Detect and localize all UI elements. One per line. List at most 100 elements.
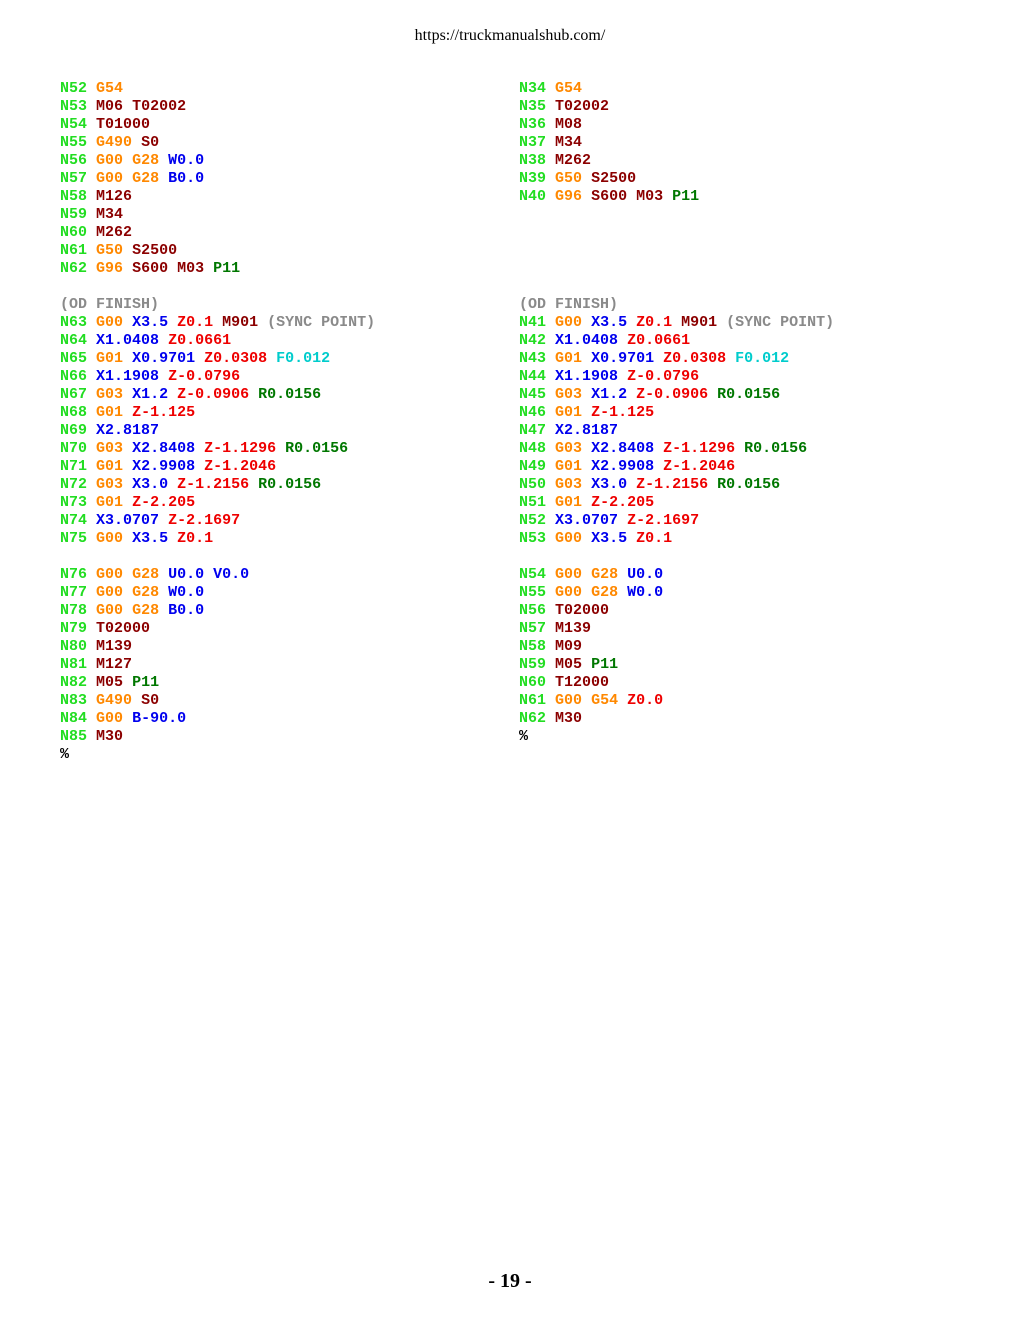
code-line: N62 M30 [519, 710, 834, 728]
code-token: N64 [60, 332, 88, 349]
code-line: N53 M06 T02002 [60, 98, 375, 116]
code-token: N58 [60, 188, 88, 205]
code-token: T12000 [555, 674, 610, 691]
code-token: (SYNC POINT) [726, 314, 835, 331]
code-token: X2.8408 [591, 440, 655, 457]
code-line: N67 G03 X1.2 Z-0.0906 R0.0156 [60, 386, 375, 404]
code-token: N53 [60, 98, 88, 115]
code-token: Z-1.125 [591, 404, 655, 421]
code-token: G50 [555, 170, 583, 187]
code-token: G490 [96, 692, 133, 709]
code-token: N73 [60, 494, 88, 511]
code-token: G28 [132, 602, 160, 619]
code-line: N77 G00 G28 W0.0 [60, 584, 375, 602]
code-token: X2.9908 [132, 458, 196, 475]
code-line: N65 G01 X0.9701 Z0.0308 F0.012 [60, 350, 375, 368]
code-line: N78 G00 G28 B0.0 [60, 602, 375, 620]
page-number: - 19 - [488, 1270, 532, 1292]
code-token: N77 [60, 584, 88, 601]
code-token: % [519, 728, 529, 745]
code-token: Z0.1 [177, 530, 214, 547]
code-token: X3.0 [132, 476, 169, 493]
code-token: N38 [519, 152, 547, 169]
code-token: (OD FINISH) [60, 296, 160, 313]
code-token: U0.0 [168, 566, 205, 583]
code-token: M05 [96, 674, 124, 691]
code-line: N71 G01 X2.9908 Z-1.2046 [60, 458, 375, 476]
code-line: N36 M08 [519, 116, 834, 134]
code-token: Z-0.0796 [168, 368, 241, 385]
code-token: N61 [519, 692, 547, 709]
code-line: % [60, 746, 375, 764]
code-token: Z0.0308 [204, 350, 268, 367]
code-token: N84 [60, 710, 88, 727]
code-token: Z-2.1697 [168, 512, 241, 529]
code-token: P11 [591, 656, 619, 673]
code-token: G01 [555, 494, 583, 511]
code-token: G490 [96, 134, 133, 151]
code-token: N59 [60, 206, 88, 223]
code-token: N56 [60, 152, 88, 169]
code-line: N79 T02000 [60, 620, 375, 638]
code-token: G28 [591, 566, 619, 583]
code-line: N83 G490 S0 [60, 692, 375, 710]
code-line: N69 X2.8187 [60, 422, 375, 440]
code-line: N37 M34 [519, 134, 834, 152]
code-line: N60 T12000 [519, 674, 834, 692]
code-token: X1.0408 [96, 332, 160, 349]
code-token: G00 [96, 566, 124, 583]
code-line: N75 G00 X3.5 Z0.1 [60, 530, 375, 548]
code-line: N55 G00 G28 W0.0 [519, 584, 834, 602]
code-token: G54 [96, 80, 124, 97]
code-token: X3.5 [132, 530, 169, 547]
code-token: M126 [96, 188, 133, 205]
code-token: N48 [519, 440, 547, 457]
code-token: X1.0408 [555, 332, 619, 349]
code-token: S600 [132, 260, 169, 277]
code-token: N71 [60, 458, 88, 475]
code-token: W0.0 [627, 584, 664, 601]
code-line: N52 X3.0707 Z-2.1697 [519, 512, 834, 530]
code-token: N55 [519, 584, 547, 601]
code-token: G00 [555, 314, 583, 331]
code-token: N37 [519, 134, 547, 151]
code-token: N53 [519, 530, 547, 547]
code-token: (SYNC POINT) [267, 314, 376, 331]
code-line: N41 G00 X3.5 Z0.1 M901 (SYNC POINT) [519, 314, 834, 332]
code-token: U0.0 [627, 566, 664, 583]
code-token: N74 [60, 512, 88, 529]
code-token: N49 [519, 458, 547, 475]
code-token: T02002 [132, 98, 187, 115]
code-token: N36 [519, 116, 547, 133]
code-line: % [519, 728, 834, 746]
code-token: M901 [681, 314, 718, 331]
program-listing-right: N34 G54 N35 T02002 N36 M08 N37 M34 N38 M262 N… [519, 80, 834, 746]
code-token: N47 [519, 422, 547, 439]
code-token: G01 [96, 458, 124, 475]
code-token: N50 [519, 476, 547, 493]
code-token: G00 [96, 152, 124, 169]
code-token: Z-0.0796 [627, 368, 700, 385]
code-token: N70 [60, 440, 88, 457]
code-line: N84 G00 B-90.0 [60, 710, 375, 728]
code-token: X2.8187 [555, 422, 619, 439]
code-token: G96 [555, 188, 583, 205]
code-token: P11 [132, 674, 160, 691]
code-line: N56 T02000 [519, 602, 834, 620]
code-line: N80 M139 [60, 638, 375, 656]
code-token: N72 [60, 476, 88, 493]
code-token: X1.1908 [555, 368, 619, 385]
code-token: Z-2.1697 [627, 512, 700, 529]
code-line: N81 M127 [60, 656, 375, 674]
code-token: G01 [96, 404, 124, 421]
code-line: N49 G01 X2.9908 Z-1.2046 [519, 458, 834, 476]
code-token: X3.0707 [96, 512, 160, 529]
code-token: T02000 [555, 602, 610, 619]
code-token: V0.0 [213, 566, 250, 583]
code-line: N76 G00 G28 U0.0 V0.0 [60, 566, 375, 584]
code-token: W0.0 [168, 584, 205, 601]
code-token: N65 [60, 350, 88, 367]
code-token: S2500 [132, 242, 178, 259]
code-line: N63 G00 X3.5 Z0.1 M901 (SYNC POINT) [60, 314, 375, 332]
